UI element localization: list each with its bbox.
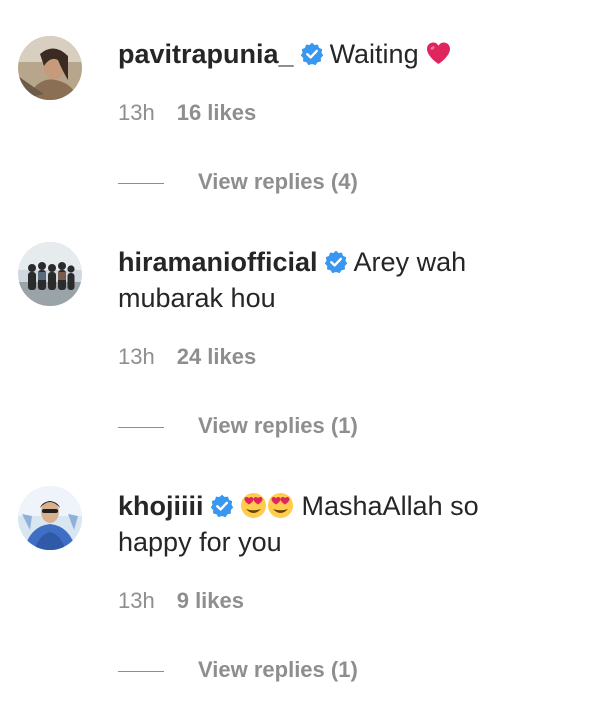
comment-meta: 13h 24 likes <box>118 343 256 371</box>
comment-time[interactable]: 13h <box>118 344 155 369</box>
comment-text: Waiting <box>329 39 419 69</box>
avatar[interactable] <box>18 486 82 550</box>
replies-divider-line <box>118 670 164 672</box>
verified-badge-icon <box>324 247 348 274</box>
comment-body: hiramaniofficial Arey wah mubarak hou <box>118 244 588 316</box>
comment-body: khojiiii MashaAllah so happy for you <box>118 488 588 560</box>
comment-likes[interactable]: 24 likes <box>177 344 257 369</box>
comment-text-line-2: happy for you <box>118 527 282 557</box>
comment-time[interactable]: 13h <box>118 100 155 125</box>
verified-badge-icon <box>300 39 324 66</box>
view-replies-button[interactable]: View replies (1) <box>198 413 358 438</box>
avatar[interactable] <box>18 36 82 100</box>
view-replies-button[interactable]: View replies (1) <box>198 657 358 682</box>
comment-likes[interactable]: 9 likes <box>177 588 244 613</box>
replies-divider-line <box>118 426 164 428</box>
comment-username[interactable]: khojiiii <box>118 491 204 521</box>
comment-username[interactable]: pavitrapunia_ <box>118 39 294 69</box>
view-replies-row[interactable]: View replies (1) <box>118 412 358 440</box>
comment-meta: 13h 16 likes <box>118 99 256 127</box>
comment-meta: 13h 9 likes <box>118 587 244 615</box>
view-replies-button[interactable]: View replies (4) <box>198 169 358 194</box>
replies-divider-line <box>118 182 164 184</box>
heart-eyes-emoji-icon <box>267 492 294 519</box>
comment-text: Arey wah <box>353 247 467 277</box>
comment-body: pavitrapunia_ Waiting <box>118 36 588 72</box>
comment-text-line-2: mubarak hou <box>118 283 276 313</box>
comment-text: MashaAllah so <box>301 491 479 521</box>
verified-badge-icon <box>210 491 234 518</box>
comment-time[interactable]: 13h <box>118 588 155 613</box>
comment-username[interactable]: hiramaniofficial <box>118 247 318 277</box>
avatar[interactable] <box>18 242 82 306</box>
view-replies-row[interactable]: View replies (1) <box>118 656 358 684</box>
heart-emoji-icon <box>425 40 452 67</box>
heart-eyes-emoji-icon <box>240 492 267 519</box>
comment-likes[interactable]: 16 likes <box>177 100 257 125</box>
view-replies-row[interactable]: View replies (4) <box>118 168 358 196</box>
